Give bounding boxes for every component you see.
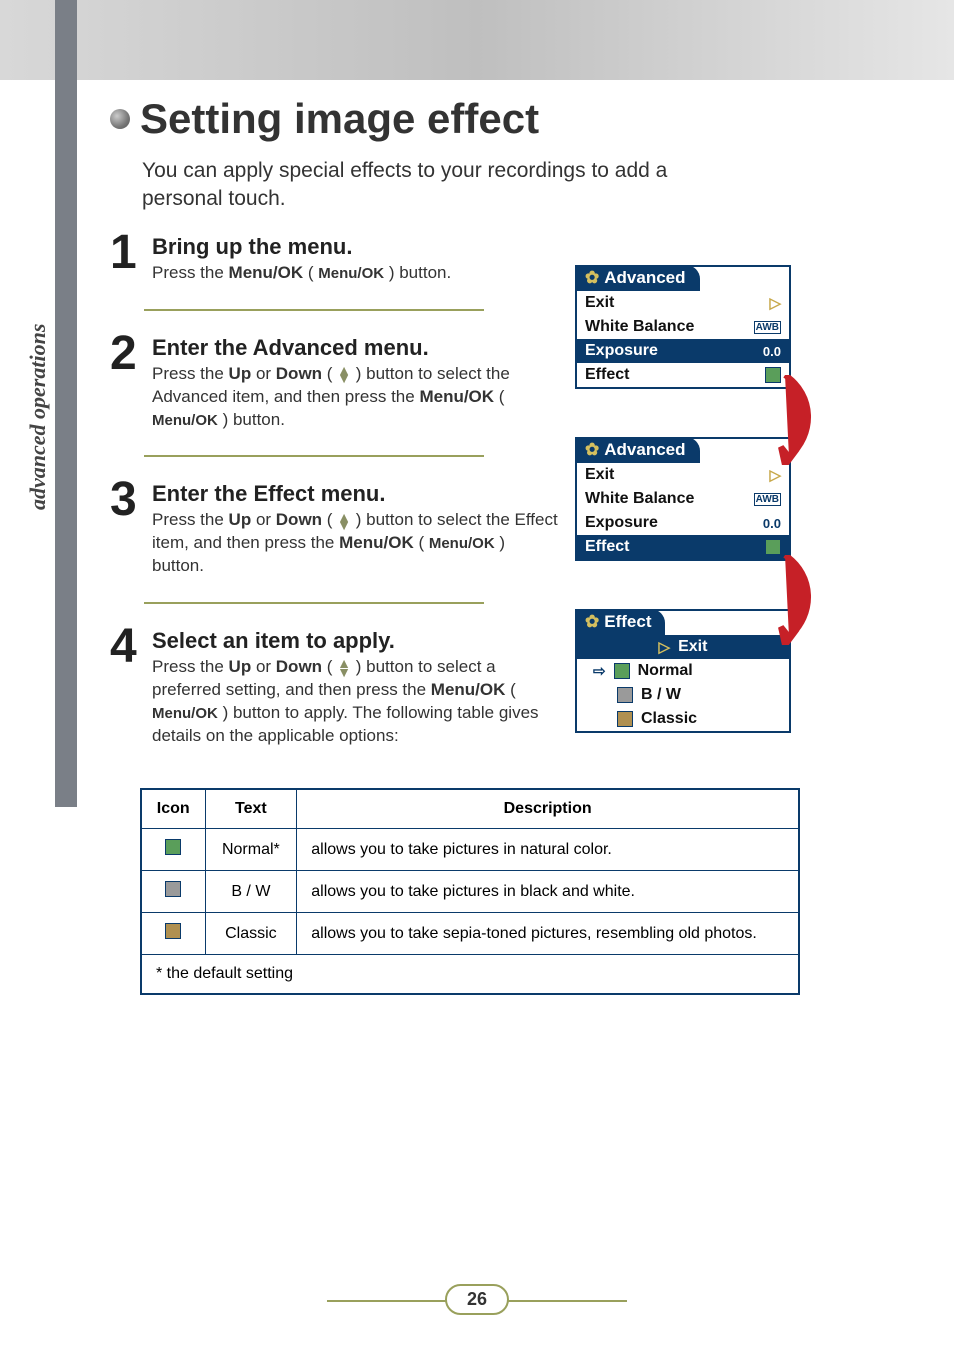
up-down-icon: ▲▼ — [337, 659, 351, 676]
up-down-icon: ▲▼ — [337, 513, 351, 530]
step-text: Press the Up or Down ( ▲▼ ) button to se… — [152, 656, 560, 748]
menu-row-exit: Exit▷ — [577, 291, 789, 315]
effect-classic-icon — [165, 923, 181, 939]
step-2: 2 Enter the Advanced menu. Press the Up … — [110, 335, 560, 432]
title-text: Setting image effect — [140, 95, 539, 143]
step-heading: Enter the Effect menu. — [152, 481, 560, 507]
menu-row-exposure: Exposure0.0 — [577, 511, 789, 535]
table-header: Description — [297, 789, 799, 829]
gear-icon: ✿ — [585, 440, 599, 459]
table-cell: allows you to take pictures in black and… — [297, 871, 799, 913]
effect-classic-icon — [617, 711, 633, 727]
side-section-label: advanced operations — [25, 260, 51, 510]
table-row: Classic allows you to take sepia-toned p… — [141, 913, 799, 955]
exit-icon: ▷ — [769, 294, 781, 312]
table-footnote: * the default setting — [141, 955, 799, 995]
step-text: Press the Up or Down ( ▲▼ ) button to se… — [152, 363, 560, 432]
effect-bw-icon — [617, 687, 633, 703]
menu-tab: ✿Advanced — [577, 437, 700, 463]
effect-normal-icon — [765, 539, 781, 555]
menu-advanced-exposure: ✿Advanced Exit▷ White BalanceAWB Exposur… — [575, 265, 791, 389]
step-heading: Select an item to apply. — [152, 628, 560, 654]
flow-arrow-icon — [775, 375, 815, 465]
intro-text: You can apply special effects to your re… — [142, 157, 682, 214]
side-gray-band — [55, 0, 77, 807]
step-divider — [144, 309, 484, 311]
step-text: Press the Menu/OK ( Menu/OK ) button. — [152, 262, 451, 285]
menu-row-wb: White BalanceAWB — [577, 315, 789, 339]
step-divider — [144, 602, 484, 604]
page-title: Setting image effect — [110, 95, 890, 143]
step-text: Press the Up or Down ( ▲▼ ) button to se… — [152, 509, 560, 578]
flow-arrow-icon — [775, 555, 815, 645]
table-cell: Normal* — [205, 829, 297, 871]
menu-row-bw: B / W — [577, 683, 789, 707]
step-4: 4 Select an item to apply. Press the Up … — [110, 628, 560, 748]
table-row: B / W allows you to take pictures in bla… — [141, 871, 799, 913]
menu-row-exit: ▷ Exit — [577, 635, 789, 659]
menu-row-effect: Effect — [577, 535, 789, 559]
table-footnote-row: * the default setting — [141, 955, 799, 995]
exit-icon: ▷ — [659, 638, 671, 656]
table-header-row: Icon Text Description — [141, 789, 799, 829]
step-number: 1 — [110, 234, 144, 285]
gear-icon: ✿ — [585, 268, 599, 287]
step-number: 2 — [110, 335, 144, 432]
selection-arrow-icon: ⇨ — [593, 662, 606, 680]
menu-row-classic: Classic — [577, 707, 789, 731]
step-number: 4 — [110, 628, 144, 748]
table-header: Icon — [141, 789, 205, 829]
menu-advanced-effect: ✿Advanced Exit▷ White BalanceAWB Exposur… — [575, 437, 791, 561]
menu-row-exposure: Exposure0.0 — [577, 339, 789, 363]
step-heading: Bring up the menu. — [152, 234, 451, 260]
menu-tab: ✿Effect — [577, 609, 665, 635]
page-number: 26 — [445, 1284, 509, 1315]
table-header: Text — [205, 789, 297, 829]
menu-tab: ✿Advanced — [577, 265, 700, 291]
awb-icon: AWB — [754, 493, 781, 506]
step-divider — [144, 455, 484, 457]
effect-normal-icon — [614, 663, 630, 679]
title-bullet-icon — [110, 109, 130, 129]
exit-icon: ▷ — [769, 466, 781, 484]
up-down-icon: ▲▼ — [337, 366, 351, 383]
onscreen-menus: ✿Advanced Exit▷ White BalanceAWB Exposur… — [575, 265, 791, 781]
table-cell: B / W — [205, 871, 297, 913]
menu-row-wb: White BalanceAWB — [577, 487, 789, 511]
effect-normal-icon — [165, 839, 181, 855]
step-heading: Enter the Advanced menu. — [152, 335, 560, 361]
menu-row-exit: Exit▷ — [577, 463, 789, 487]
step-1: 1 Bring up the menu. Press the Menu/OK (… — [110, 234, 560, 285]
awb-icon: AWB — [754, 321, 781, 334]
menu-row-effect: Effect — [577, 363, 789, 387]
gear-icon: ✿ — [585, 612, 599, 631]
table-cell: Classic — [205, 913, 297, 955]
step-3: 3 Enter the Effect menu. Press the Up or… — [110, 481, 560, 578]
menu-effect: ✿Effect ▷ Exit ⇨ Normal B / W Classic — [575, 609, 791, 733]
table-cell: allows you to take sepia-toned pictures,… — [297, 913, 799, 955]
menu-row-normal: ⇨ Normal — [577, 659, 789, 683]
table-cell: allows you to take pictures in natural c… — [297, 829, 799, 871]
effect-bw-icon — [165, 881, 181, 897]
table-row: Normal* allows you to take pictures in n… — [141, 829, 799, 871]
step-number: 3 — [110, 481, 144, 578]
top-gradient-band — [0, 0, 954, 80]
effect-options-table: Icon Text Description Normal* allows you… — [140, 788, 800, 995]
